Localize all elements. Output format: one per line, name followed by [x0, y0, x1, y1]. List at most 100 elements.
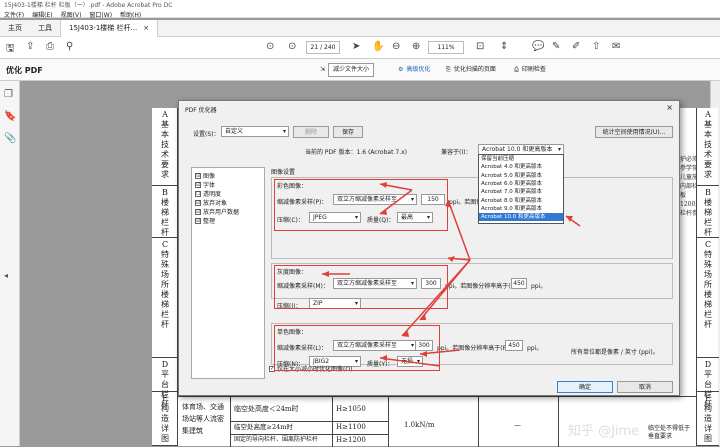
menu-file[interactable]: 文件(F)	[4, 10, 24, 20]
attachment-icon[interactable]: 📎	[4, 133, 16, 144]
menu-view[interactable]: 视图(V)	[61, 10, 82, 20]
doc-bottom-note: 临空处不得低于垂直要求	[648, 425, 691, 440]
close-icon[interactable]: ×	[666, 103, 673, 112]
tab-tools[interactable]: 工具	[30, 20, 60, 37]
compat-option[interactable]: 保留当前压缩	[479, 155, 563, 163]
highlight-icon[interactable]: ✐	[572, 41, 580, 52]
share-icon[interactable]: ⇧	[592, 41, 600, 52]
scan-icon: ⎘	[446, 66, 451, 73]
fit-page-icon[interactable]: ⊡	[476, 41, 484, 52]
select-arrow-icon[interactable]: ➤	[352, 41, 360, 52]
optimize-toolbar: 优化 PDF ⇲ 减少文件大小 ⚙ 高级优化 ⎘ 优化扫描的页面 ⎙ 印刷检查	[0, 59, 720, 81]
reduce-label: 减少文件大小	[328, 63, 375, 77]
menu-help[interactable]: 帮助(H)	[120, 10, 141, 20]
scan-label: 优化扫描的页面	[453, 66, 496, 73]
tab-bar: 主页 工具 15J403-1楼梯 栏杆... ×	[0, 19, 720, 37]
window-title: 15J403-1楼梯 栏杆 栏板（一）.pdf - Adobe Acrobat …	[4, 2, 173, 9]
scroll-mode-icon[interactable]: ⇕	[500, 41, 508, 52]
pdf-optimizer-dialog: PDF 优化器 × 设置(S)： 自定义 ▾ 删除 保存 统计空间使用情况(U)…	[178, 100, 680, 396]
ok-button[interactable]: 确定	[557, 381, 613, 393]
collapse-left-icon[interactable]: ◂	[4, 271, 8, 280]
print-check-icon: ⎙	[514, 66, 519, 73]
reduce-size-button[interactable]: ⇲ 减少文件大小	[320, 63, 375, 77]
doc-bottom-height-a: 临空处高度＜24m时	[234, 405, 299, 413]
category-label: 透明度	[203, 191, 222, 198]
cancel-button[interactable]: 取消	[617, 381, 673, 393]
doc-bottom-h3: H≥1200	[336, 436, 366, 444]
save-button[interactable]: 保存	[333, 126, 363, 138]
checkbox[interactable]: ☑	[195, 208, 201, 215]
optimize-scan-button[interactable]: ⎘ 优化扫描的页面	[446, 64, 496, 76]
audit-space-button[interactable]: 统计空间使用情况(U)...	[595, 126, 673, 138]
category-label: 字体	[203, 182, 216, 189]
delete-button[interactable]: 删除	[293, 126, 329, 138]
mono-ppi-end: ppi。	[527, 345, 543, 352]
document-right-column: A基本技术要求 B楼梯栏杆 C特殊场所楼梯栏杆 D平台栏杆 E构造详图	[696, 108, 719, 446]
cancel-label: 取消	[638, 384, 651, 391]
gray-above-input[interactable]: 450	[511, 278, 527, 289]
mono-above-input[interactable]: 450	[505, 340, 523, 351]
left-navigation-rail: ❐ 🔖 📎 ◂	[0, 81, 20, 446]
category-item-fonts[interactable]: ☑ 字体	[195, 180, 215, 189]
compat-option[interactable]: Acrobat 9.0 和更高版本	[479, 205, 563, 213]
category-label: 放弃用户数据	[203, 209, 240, 216]
mail-icon[interactable]: ✉	[612, 41, 620, 52]
doc-bottom-h2: H≥1100	[336, 423, 366, 431]
compat-option[interactable]: Acrobat 8.0 和更高版本	[479, 197, 563, 205]
menu-edit[interactable]: 编辑(E)	[32, 10, 52, 20]
upload-icon[interactable]: ⇪	[26, 41, 34, 52]
next-page-icon[interactable]: ⊙	[288, 41, 296, 52]
annotation-box-mono	[274, 325, 440, 371]
doc-right-cell-e: E构造详图	[697, 392, 719, 446]
prev-page-icon[interactable]: ⊙	[266, 41, 274, 52]
settings-select[interactable]: 自定义 ▾	[221, 126, 289, 137]
category-item-discard-user-data[interactable]: ☑ 放弃用户数据	[195, 207, 239, 216]
category-item-cleanup[interactable]: ☑ 整理	[195, 216, 215, 225]
page-number-input[interactable]: 21 / 240	[306, 41, 340, 54]
hand-icon[interactable]: ✋	[372, 41, 384, 52]
compat-option[interactable]: Acrobat 5.0 和更高版本	[479, 172, 563, 180]
advanced-icon: ⚙	[398, 66, 404, 73]
image-settings-title: 图像设置	[271, 169, 296, 176]
doc-right-cell-d: D平台栏杆	[697, 358, 719, 409]
comment-icon[interactable]: 💬	[532, 41, 544, 52]
menu-bar: 文件(F) 编辑(E) 视图(V) 窗口(W) 帮助(H)	[0, 10, 141, 20]
compat-option[interactable]: Acrobat 7.0 和更高版本	[479, 188, 563, 196]
compat-option-selected[interactable]: Acrobat 10.0 和更高版本	[479, 213, 563, 222]
checkbox[interactable]: ☑	[195, 217, 201, 224]
category-item-discard-objects[interactable]: ☑ 放弃对象	[195, 198, 227, 207]
zoom-in-icon[interactable]: ⊕	[412, 41, 420, 52]
search-icon[interactable]: ⚲	[66, 41, 73, 52]
doc-right-cell-a: A基本技术要求	[697, 108, 719, 186]
compat-option[interactable]: Acrobat 4.0 和更高版本	[479, 163, 563, 171]
compat-option[interactable]: Acrobat 6.0 和更高版本	[479, 180, 563, 188]
print-check-button[interactable]: ⎙ 印刷检查	[514, 64, 546, 76]
save-icon[interactable]: 🖫	[6, 41, 15, 58]
checkbox[interactable]: ☑	[195, 199, 201, 206]
zoom-level[interactable]: 111%	[428, 41, 464, 54]
advanced-optimize-button[interactable]: ⚙ 高级优化	[398, 64, 430, 76]
category-item-images[interactable]: ☑ 图像	[195, 171, 215, 180]
tab-home[interactable]: 主页	[0, 20, 30, 37]
close-icon[interactable]: ×	[143, 20, 149, 37]
checkbox[interactable]: ☑	[195, 181, 201, 188]
checkbox[interactable]: ☐	[195, 190, 201, 197]
tab-document[interactable]: 15J403-1楼梯 栏杆... ×	[60, 19, 159, 37]
current-version-text: 当前的 PDF 版本：1.6 (Acrobat 7.x)	[305, 149, 407, 156]
doc-cell-c: C特殊场所楼梯栏杆	[152, 238, 178, 358]
annotation-box-color	[274, 179, 448, 231]
pages-icon[interactable]: ❐	[4, 89, 13, 100]
pen-icon[interactable]: ✎	[552, 41, 560, 52]
zoom-out-icon[interactable]: ⊖	[392, 41, 400, 52]
category-item-transparency[interactable]: ☐ 透明度	[195, 189, 221, 198]
print-icon[interactable]: ⎙	[46, 41, 54, 52]
units-note: 所有单位都是像素 / 英寸 (ppi)。	[571, 349, 659, 356]
checkbox[interactable]: ☑	[195, 172, 201, 179]
doc-cell-d: D平台栏杆	[152, 358, 178, 409]
gray-ppi-end: ppi。	[531, 283, 547, 290]
menu-window[interactable]: 窗口(W)	[89, 10, 112, 20]
category-list: ☑ 图像 ☑ 字体 ☐ 透明度 ☑ 放弃对象 ☑ 放弃用户数据 ☑ 整理	[191, 167, 265, 379]
category-label: 图像	[203, 173, 216, 180]
document-left-column: A基本技术要求 B楼梯栏杆 C特殊场所楼梯栏杆 D平台栏杆 E构造详图	[152, 108, 178, 446]
bookmark-icon[interactable]: 🔖	[4, 111, 16, 122]
